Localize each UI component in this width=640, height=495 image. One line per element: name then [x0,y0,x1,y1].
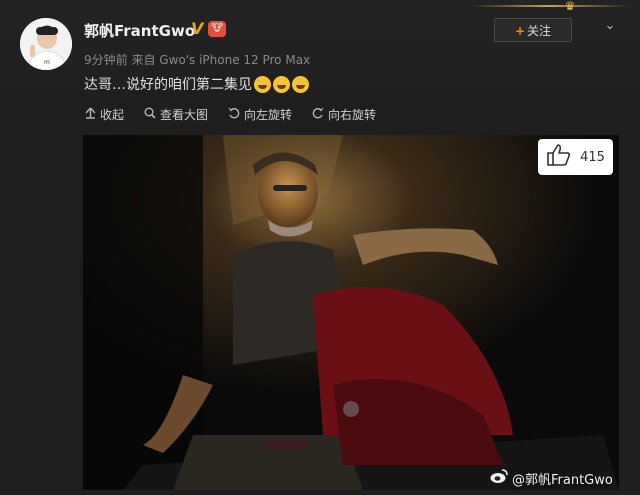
rotate-right-label: 向右旋转 [328,108,377,122]
rotate-right-icon [312,107,324,122]
crying-emoji-icon [254,75,271,93]
collapse-button[interactable]: 收起 [84,106,124,123]
plus-icon: + [514,24,526,38]
svg-text:m: m [44,59,50,66]
collapse-label: 收起 [100,108,125,122]
view-large-button[interactable]: 查看大图 [144,106,208,123]
post-meta: 9分钟前 来自 Gwo's iPhone 12 Pro Max [84,53,311,67]
avatar[interactable]: m [20,18,72,70]
image-toolbar: 收起 查看大图 向左旋转 向右旋转 [84,106,376,123]
verified-badge-icon: V [191,19,204,38]
search-icon [144,107,156,122]
chevron-down-icon[interactable]: ⌄ [600,16,620,36]
rotate-left-button[interactable]: 向左旋转 [228,106,292,123]
post-text: 达哥…说好的咱们第二集见 [84,77,252,93]
rotate-right-button[interactable]: 向右旋转 [312,106,376,123]
like-button[interactable]: 415 [538,139,613,175]
crying-emoji-icon [273,75,290,93]
like-count: 415 [580,149,605,165]
weibo-logo-icon [490,468,508,488]
rotate-left-icon [228,107,240,122]
watermark-text: @郭帆FrantGwo [512,472,613,488]
thumbs-up-icon [546,143,572,171]
decorative-gold-line [470,5,630,7]
crown-icon: ♛ [564,0,576,13]
crying-emoji-icon [292,75,309,93]
rotate-left-label: 向左旋转 [244,108,293,122]
post-content: 达哥…说好的咱们第二集见 [84,74,309,94]
username[interactable]: 郭帆FrantGwo [84,20,195,41]
view-large-label: 查看大图 [160,108,209,122]
post-image[interactable] [83,135,619,490]
collapse-icon [84,107,96,122]
follow-button[interactable]: + 关注 [494,18,572,42]
follow-label: 关注 [527,24,552,38]
member-badge-icon[interactable]: 🐮 [208,21,226,37]
image-watermark: @郭帆FrantGwo [490,468,613,488]
